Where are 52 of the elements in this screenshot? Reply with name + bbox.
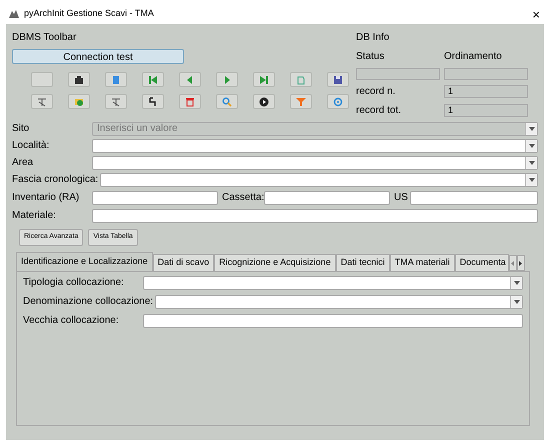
field-label: Tipologia collocazione:: [23, 276, 125, 290]
dropdown-field[interactable]: [155, 294, 523, 308]
tab[interactable]: Dati di scavo: [152, 254, 214, 271]
dropdown-field[interactable]: [92, 138, 538, 152]
play-icon[interactable]: [253, 94, 275, 109]
tab[interactable]: TMA materiali: [390, 254, 455, 271]
tab[interactable]: Documenta: [454, 254, 509, 271]
delete-icon[interactable]: [179, 94, 201, 109]
previous-record-icon[interactable]: [179, 72, 201, 87]
section-title: DBMS Toolbar: [12, 31, 78, 45]
connection-test-button[interactable]: Connection test: [12, 49, 184, 64]
right-arrow-icon: [519, 260, 522, 266]
field-label: Inventario (RA): [12, 191, 80, 205]
record-label: record n.: [356, 85, 396, 99]
close-button[interactable]: ×: [532, 8, 542, 20]
blank-button[interactable]: [31, 72, 53, 87]
field-label: Sito: [12, 122, 30, 136]
field-label: US: [393, 191, 409, 205]
text-field[interactable]: [92, 208, 538, 222]
dropdown-field[interactable]: [143, 276, 523, 290]
tab[interactable]: Ricognizione e Acquisizione: [214, 254, 336, 271]
window-title: pyArchInit Gestione Scavi - TMA: [24, 7, 154, 20]
text-field[interactable]: [264, 190, 390, 204]
app-logo-icon: [8, 9, 20, 19]
sort-label: Ordinamento: [444, 50, 502, 64]
field-label: Area: [12, 156, 34, 170]
search-icon[interactable]: [216, 94, 238, 109]
save-icon[interactable]: [327, 72, 349, 87]
last-record-icon[interactable]: [253, 72, 275, 87]
next-record-icon[interactable]: [216, 72, 238, 87]
record-field: 1: [444, 85, 528, 98]
text-field[interactable]: [410, 190, 538, 204]
field-label: Vecchia collocazione:: [23, 314, 120, 328]
field-label: Materiale:: [12, 209, 57, 223]
field-label: Località:: [12, 139, 50, 153]
field-label: Fascia cronologica:: [12, 173, 100, 187]
section-title: DB Info: [356, 31, 390, 45]
field-label: Denominazione collocazione:: [23, 295, 154, 309]
total-label: record tot.: [356, 104, 402, 118]
status-label: Status: [356, 50, 386, 64]
left-arrow-icon: [511, 260, 514, 266]
tab[interactable]: Identificazione e Localizzazione: [16, 252, 153, 271]
text-field[interactable]: [92, 190, 218, 204]
tab[interactable]: Dati tecnici: [336, 254, 390, 271]
text-field[interactable]: [143, 314, 523, 328]
total-field: 1: [444, 104, 528, 117]
document-icon[interactable]: [105, 72, 127, 87]
dropdown-field[interactable]: [100, 172, 538, 186]
first-record-icon[interactable]: [142, 72, 164, 87]
field-label: Cassetta:: [221, 191, 264, 205]
dropdown-field[interactable]: [92, 156, 538, 170]
filter-icon[interactable]: [290, 94, 312, 109]
